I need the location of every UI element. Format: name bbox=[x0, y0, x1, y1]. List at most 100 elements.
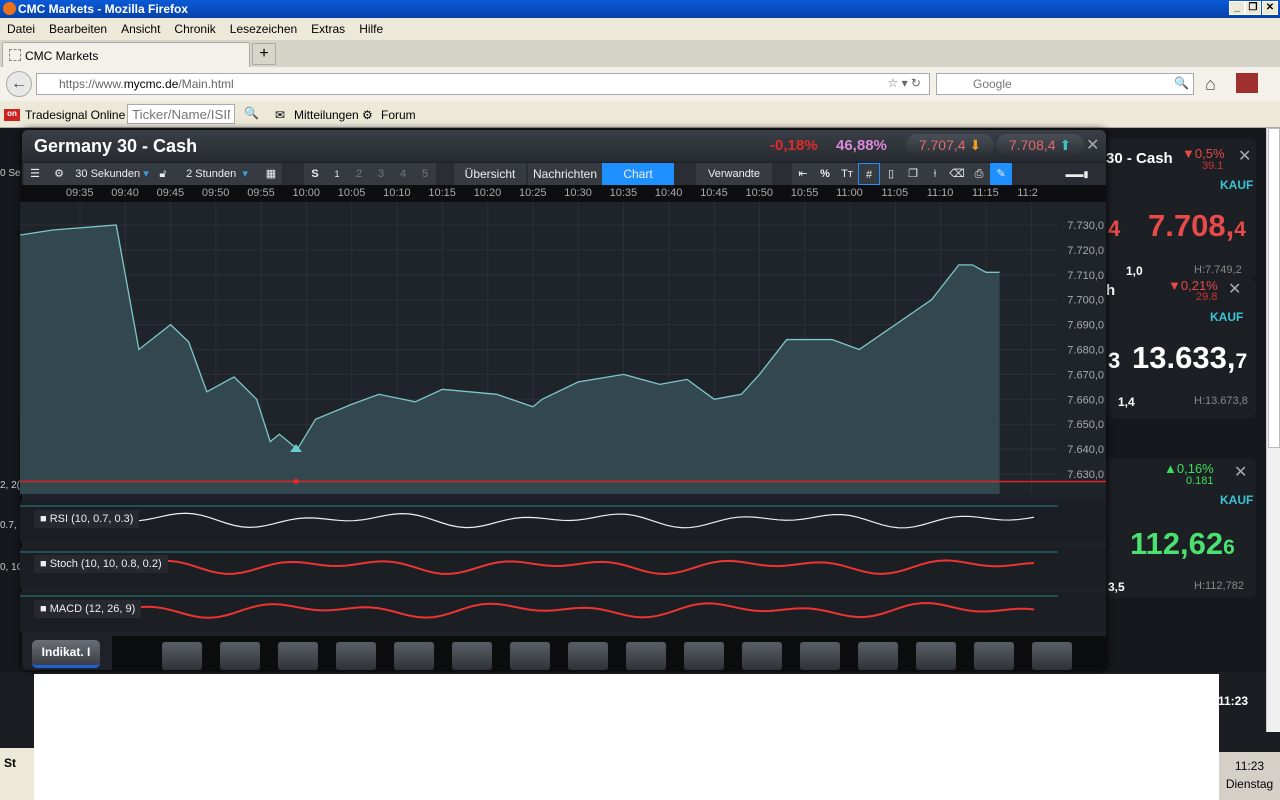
stoch-indicator-label[interactable]: ■ Stoch (10, 10, 0.8, 0.2) bbox=[34, 555, 168, 573]
minimize-button[interactable]: _ bbox=[1229, 1, 1245, 15]
watchlist-card[interactable]: 30 - Cash ▼0,5% 39.1 ✕ KAUF 4 7.708,4 1,… bbox=[1106, 138, 1256, 278]
y-tick-label: 7.730,0 bbox=[1067, 220, 1104, 232]
nav-bar: ← https://www.mycmc.de/Main.html ☆ ▾ ↻ Go… bbox=[0, 67, 1280, 101]
buy-label[interactable]: KAUF bbox=[1210, 310, 1243, 324]
menu-datei[interactable]: Datei bbox=[7, 22, 35, 36]
close-window-button[interactable]: ✕ bbox=[1262, 1, 1278, 15]
indicator-thumbnail[interactable] bbox=[742, 642, 782, 670]
search-icon[interactable]: 🔍 bbox=[244, 106, 259, 120]
high-value: H:13.673,8 bbox=[1194, 395, 1248, 407]
change-percent: ▼0,5% bbox=[1182, 146, 1225, 161]
indicator-thumbnail[interactable] bbox=[916, 642, 956, 670]
indicator-thumbnail[interactable] bbox=[974, 642, 1014, 670]
taskbar-start[interactable]: St bbox=[0, 748, 34, 800]
indicator-thumbnail[interactable] bbox=[162, 642, 202, 670]
close-icon[interactable]: ✕ bbox=[1238, 146, 1251, 166]
y-tick-label: 7.720,0 bbox=[1067, 245, 1104, 257]
sell-price-partial[interactable]: 3 bbox=[1108, 348, 1120, 374]
sell-price-partial[interactable]: 4 bbox=[1108, 216, 1120, 242]
y-tick-label: 7.700,0 bbox=[1067, 295, 1104, 307]
y-tick-label: 7.680,0 bbox=[1067, 345, 1104, 357]
menu-extras[interactable]: Extras bbox=[311, 22, 345, 36]
close-icon[interactable]: ✕ bbox=[1228, 279, 1241, 299]
menu-lesezeichen[interactable]: Lesezeichen bbox=[230, 22, 297, 36]
restore-button[interactable]: ❐ bbox=[1245, 1, 1261, 15]
instrument-name: h bbox=[1106, 282, 1116, 299]
search-icon[interactable]: 🔍 bbox=[1174, 76, 1189, 90]
url-scheme: https://www. bbox=[59, 77, 124, 91]
page-icon bbox=[9, 49, 21, 61]
tray-time: 11:23 bbox=[1234, 759, 1265, 773]
buy-price[interactable]: 13.633,7 bbox=[1132, 340, 1247, 376]
watchlist-card[interactable]: ▲0,16% 0.181 ✕ KAUF 112,626 3,5 H:112,78… bbox=[1106, 458, 1256, 598]
bookmark-mitteilungen[interactable]: Mitteilungen bbox=[294, 108, 359, 122]
vertical-scrollbar[interactable] bbox=[1266, 128, 1280, 732]
close-icon[interactable]: ✕ bbox=[1234, 462, 1247, 482]
url-bar[interactable]: https://www.mycmc.de/Main.html ☆ ▾ ↻ bbox=[36, 73, 930, 95]
tab-label: CMC Markets bbox=[25, 49, 99, 63]
indicator-thumbnail-strip bbox=[112, 636, 1106, 670]
tab-cmc-markets[interactable]: CMC Markets bbox=[2, 42, 250, 67]
rsi-indicator-label[interactable]: ■ RSI (10, 0.7, 0.3) bbox=[34, 510, 140, 528]
macd-indicator-label[interactable]: ■ MACD (12, 26, 9) bbox=[34, 600, 142, 618]
indicator-thumbnail[interactable] bbox=[1032, 642, 1072, 670]
y-tick-label: 7.690,0 bbox=[1067, 320, 1104, 332]
buy-price[interactable]: 7.708,4 bbox=[1148, 208, 1246, 244]
menu-bearbeiten[interactable]: Bearbeiten bbox=[49, 22, 107, 36]
high-value: H:112,782 bbox=[1194, 580, 1244, 592]
tray-day: Dienstag bbox=[1225, 777, 1274, 791]
menu-hilfe[interactable]: Hilfe bbox=[359, 22, 383, 36]
price-chart[interactable]: 7.730,0 7.720,0 7.710,0 7.700,0 7.690,0 7.680… bbox=[0, 130, 1106, 670]
indicators-button[interactable]: Indikat. I bbox=[32, 640, 100, 668]
change-points: 39.1 bbox=[1202, 160, 1224, 172]
indicator-thumbnail[interactable] bbox=[220, 642, 260, 670]
indicator-thumbnail[interactable] bbox=[452, 642, 492, 670]
forum-icon: ⚙ bbox=[362, 108, 373, 122]
watchlist-card[interactable]: h ▼0,21% 29.8 ✕ KAUF 3 13.633,7 1,4 H:13… bbox=[1106, 278, 1256, 418]
indicator-thumbnail[interactable] bbox=[336, 642, 376, 670]
bookmark-forum[interactable]: Forum bbox=[381, 108, 416, 122]
indicator-pane bbox=[20, 502, 1106, 542]
indicator-thumbnail[interactable] bbox=[684, 642, 724, 670]
indicator-thumbnail[interactable] bbox=[800, 642, 840, 670]
platform-clock: 11:23 bbox=[1218, 694, 1249, 708]
start-button[interactable]: St bbox=[4, 756, 16, 770]
window-titlebar: CMC Markets - Mozilla Firefox _ ❐ ✕ bbox=[0, 0, 1280, 18]
mail-icon: ✉ bbox=[275, 108, 286, 122]
indicator-thumbnail[interactable] bbox=[278, 642, 318, 670]
y-tick-label: 7.670,0 bbox=[1067, 369, 1104, 381]
bookmark-tradesignal[interactable]: Tradesignal Online bbox=[25, 108, 125, 122]
bookmarks-bar: on Tradesignal Online 🔍 ✉ Mitteilungen ⚙ F… bbox=[0, 101, 1280, 128]
tradesignal-icon: on bbox=[4, 109, 20, 121]
system-tray-clock: 11:23 Dienstag bbox=[1219, 752, 1280, 800]
buy-price[interactable]: 112,626 bbox=[1130, 526, 1235, 562]
y-tick-label: 7.650,0 bbox=[1067, 419, 1104, 431]
menu-ansicht[interactable]: Ansicht bbox=[121, 22, 160, 36]
buy-label[interactable]: KAUF bbox=[1220, 493, 1253, 507]
spread: 3,5 bbox=[1108, 580, 1125, 594]
indicator-thumbnail[interactable] bbox=[394, 642, 434, 670]
search-placeholder: Google bbox=[973, 77, 1012, 91]
search-input[interactable]: Google 🔍 bbox=[936, 73, 1194, 95]
indicator-pane bbox=[20, 548, 1106, 588]
back-button[interactable]: ← bbox=[6, 71, 32, 97]
reload-icon[interactable]: ☆ ▾ ↻ bbox=[887, 76, 921, 90]
buy-label[interactable]: KAUF bbox=[1220, 178, 1253, 192]
url-path: /Main.html bbox=[178, 77, 234, 91]
chart-window: Germany 30 - Cash -0,18% 46,88% 7.707,4 … bbox=[20, 130, 1106, 670]
tab-bar: CMC Markets + bbox=[0, 40, 1280, 67]
spread: 1,0 bbox=[1126, 264, 1143, 278]
menu-chronik[interactable]: Chronik bbox=[174, 22, 215, 36]
indicator-thumbnail[interactable] bbox=[568, 642, 608, 670]
ticker-input[interactable] bbox=[127, 104, 235, 124]
addon-icon[interactable] bbox=[1236, 73, 1258, 93]
firefox-icon bbox=[3, 2, 16, 15]
indicator-thumbnail[interactable] bbox=[626, 642, 666, 670]
y-tick-label: 7.660,0 bbox=[1067, 394, 1104, 406]
indicator-thumbnail[interactable] bbox=[858, 642, 898, 670]
indicator-thumbnail[interactable] bbox=[510, 642, 550, 670]
reference-marker bbox=[293, 478, 299, 484]
home-icon[interactable]: ⌂ bbox=[1205, 74, 1216, 95]
menu-bar: Datei Bearbeiten Ansicht Chronik Lesezeichen… bbox=[0, 18, 1280, 40]
new-tab-button[interactable]: + bbox=[252, 43, 276, 65]
